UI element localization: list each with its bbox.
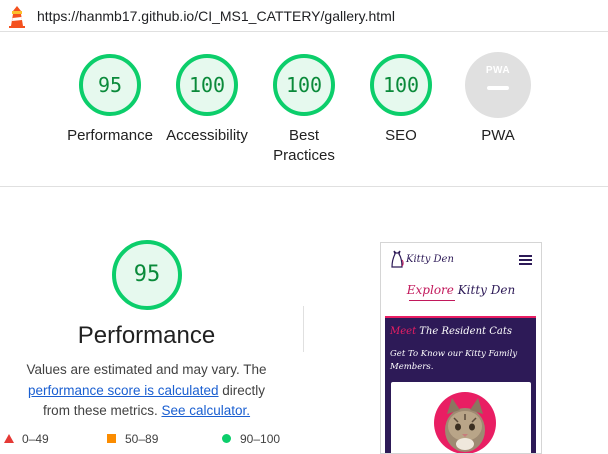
see-calculator-link[interactable]: See calculator. [161,403,250,418]
pwa-badge-icon[interactable]: PWA [465,52,531,118]
performance-title: Performance [77,322,216,349]
divider [0,186,608,187]
accessibility-label: Accessibility [166,127,248,144]
legend-fail: 0–49 [4,432,49,446]
seo-label: SEO [385,127,417,144]
performance-label: Performance [67,127,153,144]
pwa-label: PWA [481,127,515,144]
heading-rest: Kitty Den [453,283,516,297]
legend-pass-label: 90–100 [240,432,281,446]
screenshot-navbar: Kitty Den [381,243,541,279]
accessibility-gauge[interactable]: 100 [174,52,240,118]
performance-detail-score: 95 [133,262,161,287]
divider [0,31,608,32]
legend-average-label: 50–89 [125,432,159,446]
screenshot-cats-section: Meet The Resident Cats Get To Know our K… [385,316,536,453]
score-calculated-link[interactable]: performance score is calculated [28,383,219,398]
screenshot-brand: Kitty Den [406,254,454,265]
note-line1: Values are estimated and may vary. The [26,362,267,377]
best-practices-label: Best Practices [249,126,359,166]
performance-score: 95 [97,73,123,97]
performance-gauge[interactable]: 95 [77,52,143,118]
pwa-badge-text: PWA [485,65,511,76]
performance-note: Values are estimated and may vary. The p… [0,360,293,422]
pwa-dash-icon [487,86,509,90]
cat-logo-icon [391,250,404,268]
accessibility-score: 100 [188,73,226,97]
lighthouse-icon [9,6,25,28]
best-practices-label-line2: Practices [273,147,335,164]
cats-title-rest: The Resident Cats [416,326,512,337]
legend-pass: 90–100 [222,432,280,446]
performance-detail-gauge: 95 [110,238,184,312]
cat-card [391,382,531,453]
best-practices-gauge[interactable]: 100 [271,52,337,118]
legend-average: 50–89 [107,432,158,446]
cats-title-first-word: Meet [390,326,417,337]
heading-underline [409,300,455,301]
best-practices-score: 100 [285,73,323,97]
cats-section-title: Meet The Resident Cats [390,326,512,337]
note-line3: from these metrics. [42,403,158,418]
legend-fail-label: 0–49 [22,432,49,446]
report-url-bar: https://hanmb17.github.io/CI_MS1_CATTERY… [0,0,608,32]
final-screenshot-thumbnail[interactable]: Kitty Den Explore Kitty Den Meet The Res… [380,242,542,454]
heading-first-word: Explore [406,283,454,297]
page-url-link[interactable]: https://hanmb17.github.io/CI_MS1_CATTERY… [37,8,395,24]
cats-section-subtitle: Get To Know our Kitty Family Members. [390,349,518,372]
best-practices-label-line1: Best [288,127,319,144]
vertical-divider [303,306,304,352]
cat-photo [434,392,496,453]
cat-face-icon [445,398,485,452]
seo-score: 100 [382,73,420,97]
seo-gauge[interactable]: 100 [368,52,434,118]
screenshot-heading: Explore Kitty Den [381,283,541,297]
hamburger-menu-icon [519,255,532,265]
note-after-link: directly [218,382,266,398]
